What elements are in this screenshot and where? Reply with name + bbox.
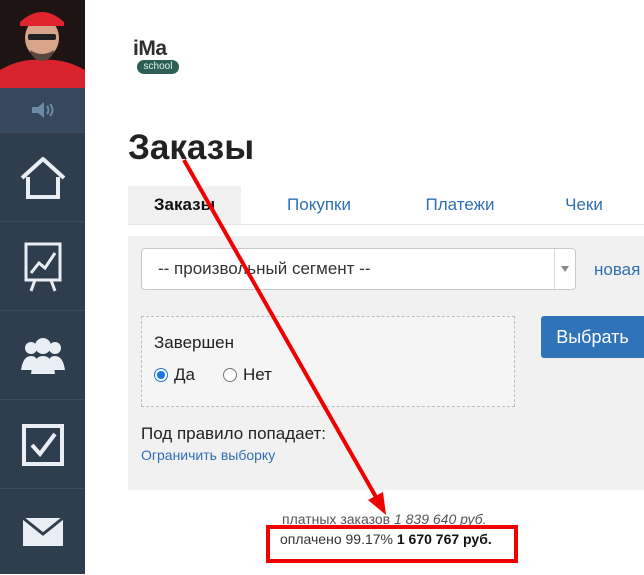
radio-yes-indicator[interactable] — [154, 368, 168, 382]
logo-subtitle: school — [137, 60, 179, 74]
condition-box: Завершен Да Нет — [141, 316, 515, 407]
sidebar-item-users[interactable] — [0, 310, 85, 400]
sidebar-item-messages[interactable] — [0, 488, 85, 575]
tab-payments[interactable]: Платежи — [410, 186, 510, 224]
rule-label: Под правило попадает: — [141, 424, 326, 443]
tab-purchases[interactable]: Покупки — [268, 186, 370, 224]
radio-no-label: Нет — [243, 365, 272, 384]
tab-orders[interactable]: Заказы — [128, 186, 241, 224]
mail-icon — [21, 516, 65, 548]
annotation-highlight-box — [266, 525, 518, 563]
new-segment-link[interactable]: новая — [594, 260, 640, 280]
select-button[interactable]: Выбрать — [541, 316, 644, 358]
sidebar — [0, 0, 85, 574]
radio-no[interactable]: Нет — [223, 365, 272, 385]
home-icon — [19, 156, 67, 200]
school-logo[interactable]: iMa school — [133, 38, 181, 78]
sidebar-item-home[interactable] — [0, 132, 85, 222]
radio-yes[interactable]: Да — [154, 365, 195, 385]
condition-title: Завершен — [154, 333, 234, 352]
sidebar-item-reports[interactable] — [0, 221, 85, 311]
radio-no-indicator[interactable] — [223, 368, 237, 382]
checkbox-icon — [21, 423, 65, 467]
chart-board-icon — [23, 241, 63, 293]
limit-selection-link[interactable]: Ограничить выборку — [141, 447, 275, 463]
radio-yes-label: Да — [174, 365, 195, 384]
tab-receipts[interactable]: Чеки — [552, 186, 616, 224]
segment-select-value: -- произвольный сегмент -- — [158, 259, 371, 278]
speaker-icon — [30, 101, 56, 119]
sidebar-item-tasks[interactable] — [0, 399, 85, 489]
tab-bar: Заказы Покупки Платежи Чеки — [128, 186, 644, 225]
logo-text: iMa — [133, 37, 167, 60]
sidebar-item-sound[interactable] — [0, 88, 85, 132]
avatar[interactable] — [0, 0, 85, 88]
page-title: Заказы — [128, 128, 255, 167]
filter-panel: -- произвольный сегмент -- новая Заверше… — [128, 236, 644, 490]
segment-select[interactable]: -- произвольный сегмент -- — [141, 248, 576, 290]
caret-down-icon — [554, 249, 575, 289]
users-icon — [19, 336, 67, 376]
